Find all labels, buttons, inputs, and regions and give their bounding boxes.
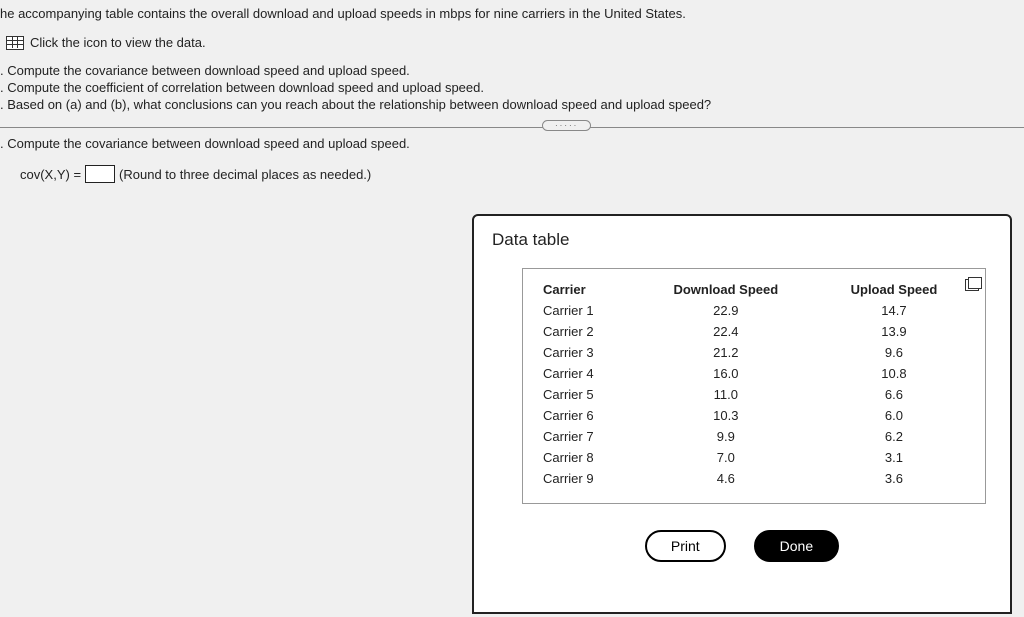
- cell-upload: 14.7: [817, 300, 971, 321]
- table-row: Carrier 610.36.0: [537, 405, 971, 426]
- task-a: . Compute the covariance between downloa…: [0, 62, 1024, 79]
- table-row: Carrier 222.413.9: [537, 321, 971, 342]
- cell-carrier: Carrier 6: [537, 405, 635, 426]
- print-button[interactable]: Print: [645, 530, 726, 562]
- cell-upload: 3.1: [817, 447, 971, 468]
- section-divider: ·····: [0, 127, 1024, 128]
- cell-download: 22.4: [635, 321, 817, 342]
- cell-carrier: Carrier 3: [537, 342, 635, 363]
- cell-upload: 6.6: [817, 384, 971, 405]
- task-list: . Compute the covariance between downloa…: [0, 60, 1024, 119]
- icon-instruction-text: Click the icon to view the data.: [30, 35, 206, 50]
- covariance-input[interactable]: [85, 165, 115, 183]
- question-panel: he accompanying table contains the overa…: [0, 0, 1024, 183]
- expand-pill-icon[interactable]: ·····: [542, 120, 591, 131]
- cell-download: 22.9: [635, 300, 817, 321]
- cell-carrier: Carrier 7: [537, 426, 635, 447]
- cell-download: 7.0: [635, 447, 817, 468]
- cell-carrier: Carrier 9: [537, 468, 635, 489]
- answer-row: cov(X,Y) = (Round to three decimal place…: [0, 159, 1024, 183]
- cell-upload: 13.9: [817, 321, 971, 342]
- cell-upload: 6.2: [817, 426, 971, 447]
- section-header: . Compute the covariance between downloa…: [0, 132, 1024, 159]
- cell-download: 16.0: [635, 363, 817, 384]
- table-header-row: Carrier Download Speed Upload Speed: [537, 279, 971, 300]
- cell-upload: 6.0: [817, 405, 971, 426]
- header-download: Download Speed: [635, 279, 817, 300]
- cell-upload: 3.6: [817, 468, 971, 489]
- table-row: Carrier 87.03.1: [537, 447, 971, 468]
- done-button[interactable]: Done: [754, 530, 839, 562]
- task-b: . Compute the coefficient of correlation…: [0, 79, 1024, 96]
- cell-download: 4.6: [635, 468, 817, 489]
- cell-carrier: Carrier 1: [537, 300, 635, 321]
- cell-download: 10.3: [635, 405, 817, 426]
- intro-text: he accompanying table contains the overa…: [0, 6, 1024, 29]
- task-c: . Based on (a) and (b), what conclusions…: [0, 96, 1024, 113]
- data-table-icon[interactable]: [6, 36, 24, 50]
- cell-carrier: Carrier 4: [537, 363, 635, 384]
- answer-suffix: (Round to three decimal places as needed…: [119, 167, 371, 182]
- cell-carrier: Carrier 8: [537, 447, 635, 468]
- cell-upload: 10.8: [817, 363, 971, 384]
- table-row: Carrier 94.63.6: [537, 468, 971, 489]
- popup-title: Data table: [492, 230, 992, 250]
- cell-carrier: Carrier 2: [537, 321, 635, 342]
- table-row: Carrier 122.914.7: [537, 300, 971, 321]
- header-upload: Upload Speed: [817, 279, 971, 300]
- cell-download: 21.2: [635, 342, 817, 363]
- data-table: Carrier Download Speed Upload Speed Carr…: [537, 279, 971, 489]
- cell-download: 9.9: [635, 426, 817, 447]
- table-row: Carrier 79.96.2: [537, 426, 971, 447]
- table-row: Carrier 321.29.6: [537, 342, 971, 363]
- data-table-container: Carrier Download Speed Upload Speed Carr…: [522, 268, 986, 504]
- table-row: Carrier 511.06.6: [537, 384, 971, 405]
- table-row: Carrier 416.010.8: [537, 363, 971, 384]
- answer-prefix: cov(X,Y) =: [20, 167, 81, 182]
- copy-icon[interactable]: [965, 279, 979, 291]
- header-carrier: Carrier: [537, 279, 635, 300]
- data-table-popup: Data table Carrier Download Speed Upload…: [472, 214, 1012, 614]
- cell-download: 11.0: [635, 384, 817, 405]
- cell-upload: 9.6: [817, 342, 971, 363]
- cell-carrier: Carrier 5: [537, 384, 635, 405]
